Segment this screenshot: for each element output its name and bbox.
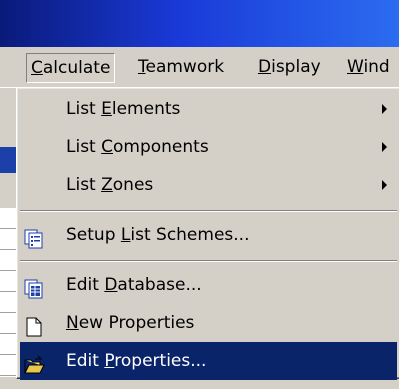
menu-item-label: List Components [66,137,209,157]
submenu-arrow-icon [382,180,387,190]
menu-calculate-mnemonic: C [31,58,43,78]
open-folder-icon [24,351,45,374]
menu-item-label: New Properties [66,313,195,333]
menu-teamwork-mnemonic: T [138,57,146,77]
menu-item-list-elements[interactable]: List Elements [20,90,397,128]
title-bar [0,0,399,47]
menu-display-label: isplay [271,57,321,77]
menu-calculate-label: alculate [42,58,111,78]
menu-calculate[interactable]: Calculate [26,53,116,83]
menu-item-label: Edit Properties... [66,351,207,371]
menu-teamwork[interactable]: Teamwork [134,53,228,81]
calculate-dropdown-menu: List Elements List Components List Zones… [16,87,399,380]
submenu-arrow-icon [382,142,387,152]
menu-teamwork-label: eamwork [145,57,225,77]
menu-separator [20,210,397,212]
submenu-arrow-icon [382,104,387,114]
menu-item-setup-list-schemes[interactable]: Setup List Schemes... [20,216,397,254]
menu-item-edit-properties[interactable]: Edit Properties... [20,342,397,380]
menu-item-label: List Elements [66,99,181,119]
menu-item-label: Setup List Schemes... [66,225,250,245]
menu-separator [20,260,397,262]
menu-item-label: List Zones [66,175,154,195]
menu-item-new-properties[interactable]: New Properties [20,304,397,342]
new-document-icon [24,313,44,337]
menu-item-label: Edit Database... [66,275,202,295]
menu-item-list-components[interactable]: List Components [20,128,397,166]
menu-window-mnemonic: W [347,57,364,77]
menu-bar: Calculate Teamwork Display Wind [0,47,399,88]
menu-item-list-zones[interactable]: List Zones [20,166,397,204]
menu-display[interactable]: Display [254,53,325,81]
menu-window[interactable]: Wind [343,53,394,81]
list-schemes-icon [24,225,44,249]
menu-display-mnemonic: D [258,57,272,77]
database-icon [24,275,44,299]
menu-window-label: ind [363,57,390,77]
menu-item-edit-database[interactable]: Edit Database... [20,266,397,304]
